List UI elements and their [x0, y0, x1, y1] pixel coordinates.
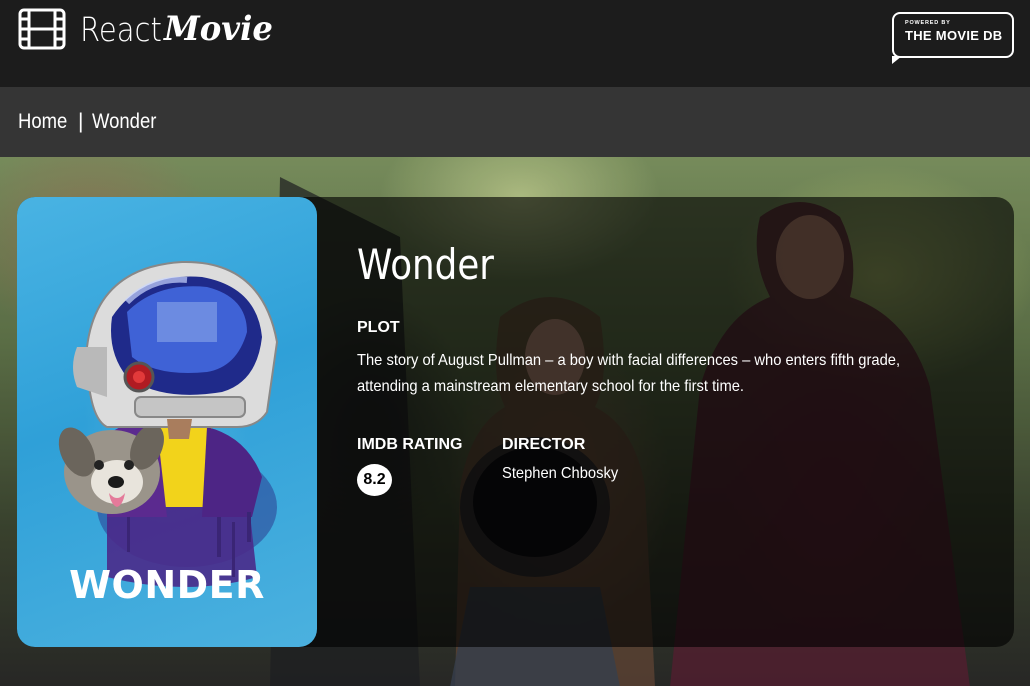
- poster-title: WONDER: [69, 563, 265, 607]
- app-header: React Movie POWERED BY THE MOVIE DB: [0, 0, 1030, 87]
- tmdb-name: THE MOVIE DB: [905, 28, 1003, 43]
- imdb-rating-badge: 8.2: [357, 464, 392, 496]
- logo-text-react: React: [80, 9, 162, 49]
- movie-poster: WONDER: [17, 197, 317, 647]
- film-strip-icon: [18, 8, 66, 50]
- imdb-rating-label: IMDB RATING: [357, 436, 463, 453]
- breadcrumb-current: Wonder: [91, 110, 156, 133]
- plot-text: The story of August Pullman – a boy with…: [357, 352, 901, 395]
- director-label: DIRECTOR: [502, 436, 586, 453]
- tmdb-powered-by: POWERED BY: [905, 20, 951, 26]
- app-logo[interactable]: React Movie: [18, 7, 279, 51]
- movie-title: Wonder: [357, 240, 494, 289]
- tmdb-logo[interactable]: POWERED BY THE MOVIE DB: [892, 12, 1014, 64]
- breadcrumb: Home | Wonder: [0, 87, 1030, 157]
- logo-text-movie: Movie: [164, 9, 273, 49]
- breadcrumb-home-link[interactable]: Home: [18, 110, 67, 134]
- plot-label: PLOT: [357, 319, 400, 336]
- director-name: Stephen Chbosky: [502, 465, 619, 482]
- breadcrumb-separator: |: [78, 110, 84, 133]
